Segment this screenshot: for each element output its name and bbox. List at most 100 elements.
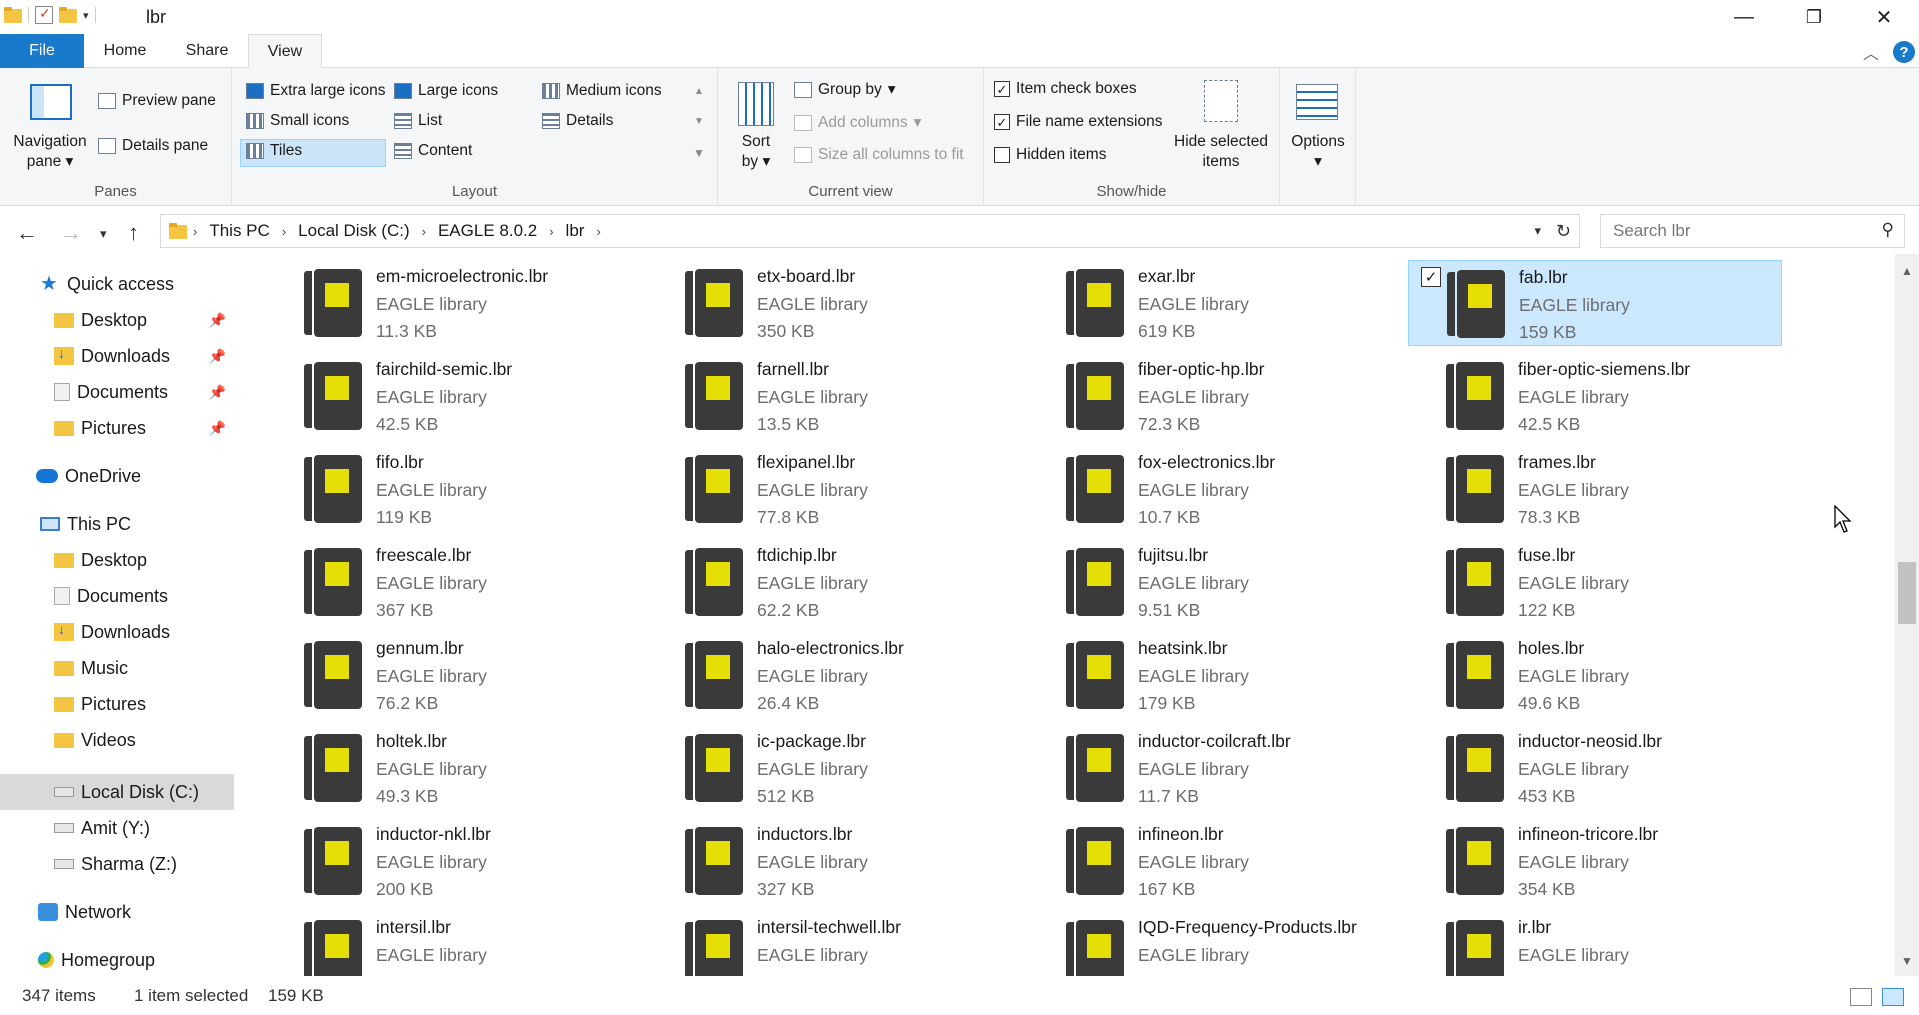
scroll-up-icon[interactable]: ▲ [1901,264,1913,278]
pin-icon[interactable]: 📌 [209,420,226,437]
new-folder-icon[interactable] [59,7,77,23]
file-tile[interactable]: em-microelectronic.lbr EAGLE library 11.3 … [266,260,640,346]
large-icons-view-icon[interactable] [1882,988,1904,1006]
file-tile[interactable]: fiber-optic-hp.lbr EAGLE library 72.3 KB [1028,353,1402,439]
close-button[interactable]: ✕ [1849,0,1919,34]
group-by-button[interactable]: Group by ▾ [794,80,896,99]
file-tile[interactable]: IQD-Frequency-Products.lbrEAGLE library8… [1028,911,1402,976]
file-tile[interactable]: inductor-nkl.lbr EAGLE library 200 KB [266,818,640,904]
pin-icon[interactable]: 📌 [209,348,226,365]
address-bar[interactable]: › This PC › Local Disk (C:) › EAGLE 8.0.… [160,214,1580,248]
chevron-right-icon[interactable]: › [193,224,197,239]
sidebar-item-network[interactable]: Network [0,894,234,930]
properties-icon[interactable] [35,5,53,24]
checkbox-checked-icon[interactable]: ✓ [994,81,1010,97]
checkbox-checked-icon[interactable]: ✓ [1421,267,1441,287]
breadcrumb-lbr[interactable]: lbr [566,221,585,241]
tab-share[interactable]: Share [170,34,244,68]
file-tile[interactable]: ic-package.lbr EAGLE library 512 KB [647,725,1021,811]
file-tile[interactable]: infineon-tricore.lbr EAGLE library 354 KB [1408,818,1782,904]
sidebar-item-homegroup[interactable]: Homegroup [0,942,234,978]
layout-small-icons[interactable]: Small icons [246,112,349,130]
address-history-chevron-icon[interactable]: ▾ [1534,223,1541,239]
navigation-pane-button[interactable]: Navigation pane ▾ [2,132,98,172]
file-tile[interactable]: infineon.lbr EAGLE library 167 KB [1028,818,1402,904]
hide-selected-items-button[interactable]: Hide selected items [1162,132,1280,172]
pin-icon[interactable]: 📌 [209,384,226,401]
file-tile[interactable]: intersil.lbrEAGLE library17.4 KB [266,911,640,976]
chevron-right-icon[interactable]: › [596,224,600,239]
checkbox-checked-icon[interactable]: ✓ [994,114,1010,130]
add-columns-button[interactable]: Add columns ▾ [794,113,921,132]
sidebar-item-sharma-drive[interactable]: Sharma (Z:) [0,846,234,882]
file-tile[interactable]: flexipanel.lbr EAGLE library 77.8 KB [647,446,1021,532]
preview-pane-button[interactable]: Preview pane [98,92,216,110]
search-input[interactable]: Search lbr ⚲ [1600,214,1905,248]
pin-icon[interactable]: 📌 [209,312,226,329]
file-tile[interactable]: fifo.lbr EAGLE library 119 KB [266,446,640,532]
sidebar-item-documents[interactable]: Documents [0,578,234,614]
checkbox-unchecked-icon[interactable] [994,147,1010,163]
layout-expand-icon[interactable]: ▼ [693,146,705,160]
file-tile[interactable]: fox-electronics.lbr EAGLE library 10.7 KB [1028,446,1402,532]
tab-view[interactable]: View [248,34,322,69]
file-tile[interactable]: inductor-neosid.lbr EAGLE library 453 KB [1408,725,1782,811]
up-arrow-icon[interactable]: ↑ [128,220,139,246]
file-name-extensions-toggle[interactable]: ✓ File name extensions [994,113,1162,131]
vertical-scrollbar[interactable]: ▲ ▼ [1895,254,1919,976]
sidebar-item-onedrive[interactable]: OneDrive [0,458,234,494]
breadcrumb-this-pc[interactable]: This PC [209,221,269,241]
sidebar-item-desktop-pinned[interactable]: Desktop 📌 [0,302,234,338]
layout-large-icons[interactable]: Large icons [394,82,498,100]
search-icon[interactable]: ⚲ [1882,220,1894,240]
layout-details[interactable]: Details [542,112,613,130]
layout-medium-icons[interactable]: Medium icons [542,82,662,100]
layout-list[interactable]: List [394,112,442,130]
file-tile[interactable]: ftdichip.lbr EAGLE library 62.2 KB [647,539,1021,625]
file-tile[interactable]: frames.lbr EAGLE library 78.3 KB [1408,446,1782,532]
file-tile[interactable]: fiber-optic-siemens.lbr EAGLE library 42.5… [1408,353,1782,439]
layout-extra-large-icons[interactable]: Extra large icons [246,82,385,100]
sidebar-item-local-disk[interactable]: Local Disk (C:) [0,774,234,810]
file-tile[interactable]: inductors.lbr EAGLE library 327 KB [647,818,1021,904]
item-check-boxes-toggle[interactable]: ✓ Item check boxes [994,80,1137,98]
file-tile[interactable]: holes.lbr EAGLE library 49.6 KB [1408,632,1782,718]
file-tile[interactable]: intersil-techwell.lbrEAGLE library35.7 K… [647,911,1021,976]
minimize-button[interactable]: — [1709,0,1779,34]
forward-arrow-icon[interactable]: → [60,220,82,246]
layout-tiles[interactable]: Tiles [246,142,302,160]
file-tile[interactable]: etx-board.lbr EAGLE library 350 KB [647,260,1021,346]
sidebar-item-quick-access[interactable]: Quick access [0,266,234,302]
help-icon[interactable]: ? [1893,41,1915,63]
file-tile[interactable]: fuse.lbr EAGLE library 122 KB [1408,539,1782,625]
file-tile[interactable]: halo-electronics.lbr EAGLE library 26.4 KB [647,632,1021,718]
breadcrumb-eagle[interactable]: EAGLE 8.0.2 [438,221,537,241]
recent-locations-chevron-icon[interactable]: ▾ [100,226,107,242]
details-view-icon[interactable] [1850,988,1872,1006]
sidebar-item-pictures[interactable]: Pictures [0,686,234,722]
breadcrumb-local-disk[interactable]: Local Disk (C:) [298,221,409,241]
sidebar-item-videos[interactable]: Videos [0,722,234,758]
file-tile[interactable]: freescale.lbr EAGLE library 367 KB [266,539,640,625]
sidebar-item-music[interactable]: Music [0,650,234,686]
options-button[interactable]: Options ▾ [1280,132,1356,172]
chevron-right-icon[interactable]: › [422,224,426,239]
file-tile[interactable]: inductor-coilcraft.lbr EAGLE library 11.7 … [1028,725,1402,811]
layout-scroll-up-icon[interactable]: ▲ [694,86,704,97]
hidden-items-toggle[interactable]: Hidden items [994,146,1106,164]
sidebar-item-documents-pinned[interactable]: Documents 📌 [0,374,234,410]
sort-by-button[interactable]: Sort by ▾ [724,132,788,172]
layout-content[interactable]: Content [394,142,472,160]
sidebar-item-desktop[interactable]: Desktop [0,542,234,578]
file-tile[interactable]: gennum.lbr EAGLE library 76.2 KB [266,632,640,718]
file-tile[interactable]: ✓ fab.lbr EAGLE library 159 KB [1408,260,1782,346]
file-tile[interactable]: fujitsu.lbr EAGLE library 9.51 KB [1028,539,1402,625]
sidebar-item-pictures-pinned[interactable]: Pictures 📌 [0,410,234,446]
file-tile[interactable]: exar.lbr EAGLE library 619 KB [1028,260,1402,346]
file-tile[interactable]: fairchild-semic.lbr EAGLE library 42.5 KB [266,353,640,439]
collapse-ribbon-chevron-icon[interactable]: ︿ [1863,40,1879,64]
chevron-right-icon[interactable]: › [282,224,286,239]
chevron-right-icon[interactable]: › [549,224,553,239]
sidebar-item-downloads-pinned[interactable]: Downloads 📌 [0,338,234,374]
refresh-icon[interactable]: ↻ [1556,221,1571,242]
